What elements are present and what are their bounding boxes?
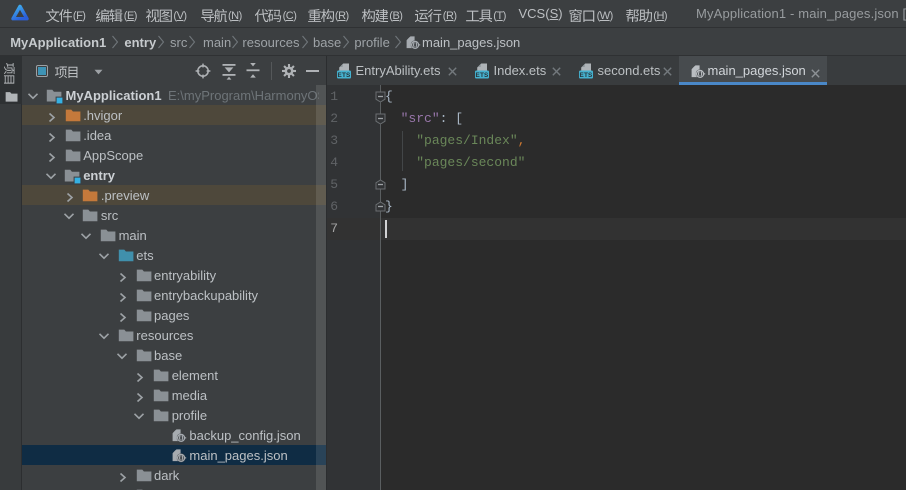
svg-text:ETS: ETS [337, 72, 351, 79]
svg-text:ETS: ETS [475, 72, 489, 79]
svg-text:ETS: ETS [579, 72, 593, 79]
